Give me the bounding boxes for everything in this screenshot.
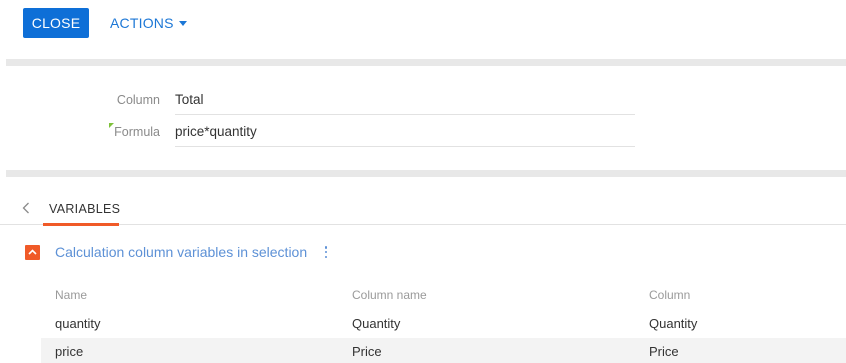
actions-dropdown-button[interactable]: ACTIONS xyxy=(110,8,187,38)
cell-name: price xyxy=(55,344,84,359)
formula-label-text: Formula xyxy=(114,125,160,139)
variables-grid: Name Column name Column quantity Quantit… xyxy=(41,282,846,363)
active-tab-indicator xyxy=(43,223,119,226)
tab-bar: VARIABLES xyxy=(0,192,846,226)
cell-name: quantity xyxy=(55,316,101,331)
caret-down-icon xyxy=(178,21,187,26)
chevron-left-icon[interactable] xyxy=(18,198,34,218)
tab-variables[interactable]: VARIABLES xyxy=(43,192,126,225)
column-header-name[interactable]: Name xyxy=(55,288,87,302)
grid-header: Name Column name Column xyxy=(41,282,846,310)
cell-column: Quantity xyxy=(649,316,698,331)
detail-title[interactable]: Calculation column variables in selectio… xyxy=(55,244,307,260)
actions-label: ACTIONS xyxy=(110,15,174,31)
cell-column: Price xyxy=(649,344,679,359)
cell-column-name: Quantity xyxy=(352,316,401,331)
column-field-label: Column xyxy=(116,93,160,107)
close-button[interactable]: CLOSE xyxy=(23,8,89,38)
column-field-input[interactable]: Total xyxy=(175,91,635,115)
formula-field-label: Formula xyxy=(109,123,160,139)
column-field-row: Column Total xyxy=(0,89,846,115)
chevron-up-icon[interactable] xyxy=(25,244,40,260)
column-header-column[interactable]: Column xyxy=(649,288,690,302)
section-divider xyxy=(6,170,846,177)
section-divider xyxy=(6,59,846,66)
formula-field-input[interactable]: price*quantity xyxy=(175,123,635,147)
kebab-vertical-icon[interactable] xyxy=(321,244,331,260)
card-page: CLOSE ACTIONS Column Total Formula price… xyxy=(0,0,846,363)
table-row[interactable]: quantity Quantity Quantity xyxy=(41,310,846,338)
cell-column-name: Price xyxy=(352,344,382,359)
column-header-column-name[interactable]: Column name xyxy=(352,288,427,302)
toolbar: CLOSE ACTIONS xyxy=(0,0,846,58)
formula-field-row: Formula price*quantity xyxy=(0,121,846,147)
tab-variables-label: VARIABLES xyxy=(49,201,121,216)
detail-header: Calculation column variables in selectio… xyxy=(25,242,331,262)
required-indicator-icon xyxy=(109,123,115,128)
table-row[interactable]: price Price Price xyxy=(41,338,846,363)
